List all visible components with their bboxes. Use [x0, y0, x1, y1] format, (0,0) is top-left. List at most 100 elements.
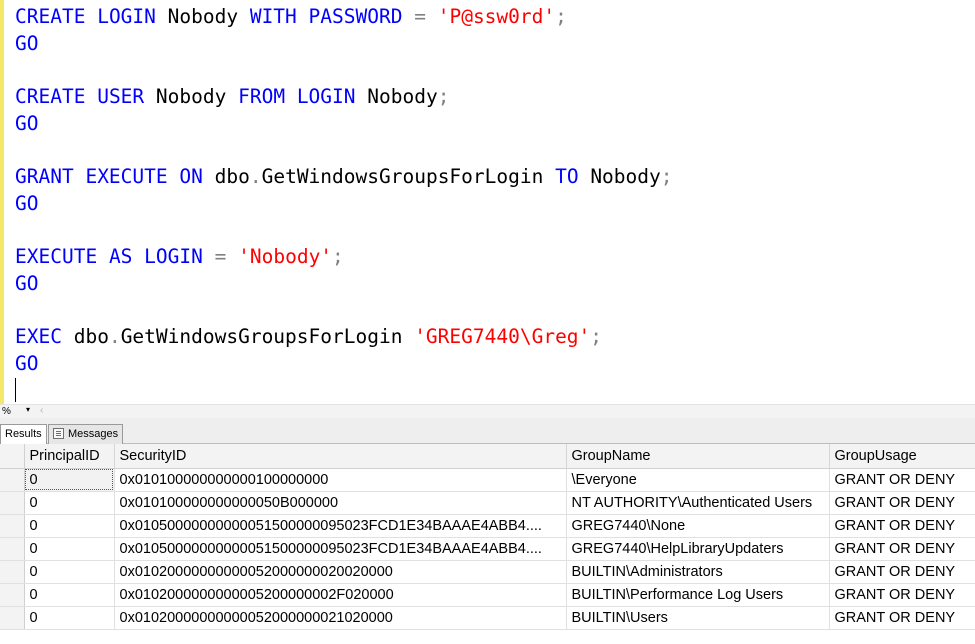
- code-line[interactable]: GRANT EXECUTE ON dbo.GetWindowsGroupsFor…: [15, 164, 673, 190]
- change-indicator-bar: [0, 0, 4, 404]
- column-header-securityid[interactable]: SecurityID: [114, 444, 567, 469]
- code-line[interactable]: GO: [15, 351, 38, 377]
- sql-keyword: LOGIN: [296, 85, 356, 109]
- cell-groupname[interactable]: BUILTIN\Performance Log Users: [566, 583, 830, 607]
- cell-principalid[interactable]: 0: [24, 468, 115, 492]
- code-line[interactable]: EXEC dbo.GetWindowsGroupsForLogin 'GREG7…: [15, 324, 602, 350]
- sql-keyword: LOGIN: [144, 245, 203, 269]
- sql-token: ;: [590, 325, 603, 349]
- row-header[interactable]: [0, 537, 25, 561]
- cell-groupname[interactable]: BUILTIN\Administrators: [566, 560, 830, 584]
- cell-principalid[interactable]: 0: [24, 491, 115, 515]
- row-header[interactable]: [0, 468, 25, 492]
- sql-token: GetWindowsGroupsForLogin: [120, 325, 415, 349]
- tab-messages-label: Messages: [68, 428, 119, 440]
- sql-keyword: EXECUTE: [15, 245, 98, 269]
- cell-groupusage[interactable]: GRANT OR DENY: [829, 606, 975, 630]
- cell-groupusage[interactable]: GRANT OR DENY: [829, 468, 975, 492]
- sql-token: =: [214, 245, 227, 269]
- cell-securityid[interactable]: 0x01020000000000052000000020020000: [114, 560, 567, 584]
- code-line[interactable]: GO: [15, 191, 38, 217]
- cell-groupusage[interactable]: GRANT OR DENY: [829, 583, 975, 607]
- row-header[interactable]: [0, 491, 25, 515]
- row-header-corner[interactable]: [0, 444, 25, 469]
- sql-token: Nobody: [355, 85, 438, 109]
- cell-groupname[interactable]: \Everyone: [566, 468, 830, 492]
- query-editor[interactable]: CREATE LOGIN Nobody WITH PASSWORD = 'P@s…: [0, 0, 975, 404]
- scroll-left-icon[interactable]: ‹: [40, 405, 43, 416]
- sql-keyword: EXECUTE: [85, 165, 168, 189]
- sql-token: ;: [555, 5, 567, 28]
- cell-principalid[interactable]: 0: [24, 514, 115, 538]
- code-line[interactable]: CREATE LOGIN Nobody WITH PASSWORD = 'P@s…: [15, 4, 567, 30]
- cell-securityid[interactable]: 0x01020000000000052000000021020000: [114, 606, 567, 630]
- sql-keyword: CREATE: [15, 5, 86, 28]
- row-header[interactable]: [0, 606, 25, 630]
- results-tab-strip: Results Messages: [0, 418, 975, 445]
- code-line[interactable]: GO: [15, 111, 38, 137]
- sql-token: =: [414, 5, 426, 28]
- code-line[interactable]: GO: [15, 31, 38, 57]
- cell-groupusage[interactable]: GRANT OR DENY: [829, 560, 975, 584]
- cell-principalid[interactable]: 0: [24, 537, 115, 561]
- results-grid[interactable]: PrincipalID SecurityID GroupName GroupUs…: [0, 444, 975, 644]
- cell-securityid[interactable]: 0x010100000000000050B000000: [114, 491, 567, 515]
- sql-string: 'GREG7440\Greg': [414, 325, 591, 349]
- column-header-groupname[interactable]: GroupName: [566, 444, 830, 469]
- cell-securityid[interactable]: 0x01050000000000051500000095023FCD1E34BA…: [114, 537, 567, 561]
- sql-keyword: GO: [15, 191, 39, 215]
- zoom-level[interactable]: %: [2, 406, 11, 417]
- row-header[interactable]: [0, 583, 25, 607]
- column-header-principalid[interactable]: PrincipalID: [24, 444, 115, 469]
- cell-principalid[interactable]: 0: [24, 606, 115, 630]
- zoom-dropdown-icon[interactable]: ▾: [26, 405, 30, 414]
- sql-token: dbo: [202, 165, 250, 189]
- row-header[interactable]: [0, 514, 25, 538]
- cell-groupname[interactable]: BUILTIN\Users: [566, 606, 830, 630]
- column-header-groupusage[interactable]: GroupUsage: [829, 444, 975, 469]
- cell-securityid[interactable]: 0x0102000000000005200000002F020000: [114, 583, 567, 607]
- sql-keyword: USER: [97, 85, 145, 109]
- cell-securityid[interactable]: 0x010100000000000100000000: [114, 468, 567, 492]
- table-row[interactable]: 0 0x01050000000000051500000095023FCD1E34B…: [0, 537, 975, 561]
- sql-keyword: EXEC: [15, 325, 62, 349]
- code-line[interactable]: GO: [15, 271, 38, 297]
- code-line[interactable]: EXECUTE AS LOGIN = 'Nobody';: [15, 244, 344, 270]
- tab-results-label: Results: [5, 428, 42, 440]
- sql-token: ;: [437, 85, 450, 109]
- table-row[interactable]: 0 0x0102000000000005200000002F020000 BUILT…: [0, 583, 975, 607]
- table-row[interactable]: 0 0x010100000000000100000000 \Everyone GRAN…: [0, 468, 975, 492]
- messages-icon: [53, 428, 64, 439]
- sql-keyword: GRANT: [15, 165, 74, 189]
- table-row[interactable]: 0 0x01050000000000051500000095023FCD1E34B…: [0, 514, 975, 538]
- cell-principalid[interactable]: 0: [24, 583, 115, 607]
- table-row[interactable]: 0 0x01020000000000052000000020020000 BUILT…: [0, 560, 975, 584]
- sql-keyword: GO: [15, 31, 39, 55]
- cell-groupname[interactable]: NT AUTHORITY\Authenticated Users: [566, 491, 830, 515]
- sql-string: 'Nobody': [238, 245, 333, 269]
- row-header[interactable]: [0, 560, 25, 584]
- cell-groupusage[interactable]: GRANT OR DENY: [829, 537, 975, 561]
- cell-groupusage[interactable]: GRANT OR DENY: [829, 514, 975, 538]
- sql-keyword: ON: [179, 165, 203, 189]
- cell-groupname[interactable]: GREG7440\None: [566, 514, 830, 538]
- sql-keyword: GO: [15, 272, 39, 295]
- cell-groupusage[interactable]: GRANT OR DENY: [829, 491, 975, 515]
- table-row[interactable]: 0 0x01020000000000052000000021020000 BUILT…: [0, 606, 975, 630]
- code-line[interactable]: CREATE USER Nobody FROM LOGIN Nobody;: [15, 84, 449, 110]
- cell-groupname[interactable]: GREG7440\HelpLibraryUpdaters: [566, 537, 830, 561]
- cell-principalid[interactable]: 0: [24, 560, 115, 584]
- tab-results[interactable]: Results: [0, 424, 47, 445]
- tab-messages[interactable]: Messages: [48, 424, 124, 444]
- cell-securityid[interactable]: 0x01050000000000051500000095023FCD1E34BA…: [114, 514, 567, 538]
- table-row[interactable]: 0 0x010100000000000050B000000 NT AUTHORITY…: [0, 491, 975, 515]
